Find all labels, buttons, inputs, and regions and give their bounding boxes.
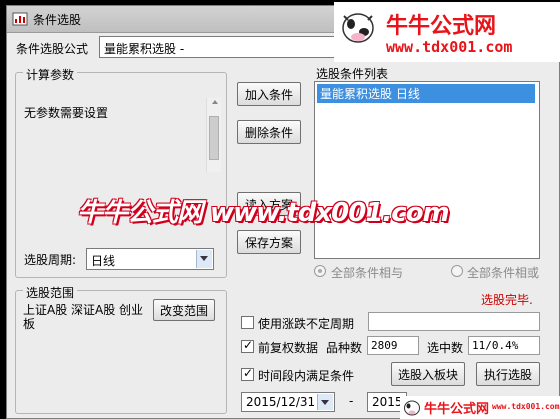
params-scrollbar[interactable] [206, 98, 221, 172]
params-group-title: 计算参数 [23, 66, 78, 83]
brand-logo-top: 牛牛公式网 www.tdx001.com [334, 2, 560, 62]
variable-period-label: 使用涨跌不定周期 [258, 317, 355, 331]
status-text: 选股完毕. [481, 293, 533, 307]
variable-period-checkbox[interactable] [241, 316, 254, 329]
delete-condition-button[interactable]: 删除条件 [237, 120, 301, 144]
period-label: 选股周期: [24, 253, 77, 267]
select-to-block-button[interactable]: 选股入板块 [391, 362, 465, 386]
logic-and-radio[interactable] [314, 265, 326, 277]
count-label: 品种数 [326, 341, 363, 355]
variable-period-field[interactable] [368, 312, 540, 331]
add-condition-button[interactable]: 加入条件 [237, 82, 301, 106]
formula-value: 量能累积选股 - [104, 42, 185, 56]
window-title: 条件选股 [33, 13, 82, 27]
formula-label: 条件选股公式 [16, 42, 89, 56]
scroll-thumb[interactable] [209, 116, 219, 160]
logic-or-radio[interactable] [451, 265, 463, 277]
selected-field: 11/0.4% [468, 336, 540, 355]
range-group-title: 选股范围 [23, 284, 78, 301]
selected-label: 选中数 [427, 341, 464, 355]
start-date-value: 2015/12/31 [246, 395, 316, 409]
params-text: 无参数需要设置 [24, 106, 109, 120]
start-date-picker[interactable]: 2015/12/31 [241, 392, 335, 412]
period-value: 日线 [91, 254, 116, 268]
date-separator: - [349, 394, 354, 408]
condition-list-item[interactable]: 量能累积选股 日线 [317, 84, 535, 103]
save-scheme-button[interactable]: 保存方案 [237, 230, 301, 254]
execute-selection-button[interactable]: 执行选股 [476, 362, 540, 386]
chevron-down-icon[interactable] [317, 394, 333, 410]
end-date-value: 2015 [372, 395, 403, 409]
brand-name: 牛牛公式网 [386, 14, 497, 39]
selected-value: 11/0.4% [472, 339, 519, 352]
condition-list-title: 选股条件列表 [316, 67, 389, 81]
chevron-down-icon[interactable] [196, 250, 212, 268]
app-icon [12, 12, 28, 26]
count-field: 2809 [367, 336, 419, 355]
change-range-button[interactable]: 改变范围 [153, 299, 215, 321]
watermark-overlay: 牛牛公式网 www.tdx001.com [77, 198, 450, 228]
brand-url-bottom: www.tdx001.com [492, 402, 560, 411]
range-text: 上证A股 深证A股 创业板 [23, 303, 144, 331]
time-window-checkbox[interactable] [241, 366, 254, 381]
logic-or-label: 全部条件相或 [467, 266, 540, 280]
count-value: 2809 [371, 339, 398, 352]
time-window-label: 时间段内满足条件 [258, 369, 355, 383]
brand-logo-bottom: 牛牛公式网 www.tdx001.com [400, 396, 560, 419]
brand-url: www.tdx001.com [386, 38, 513, 56]
condition-list[interactable]: 量能累积选股 日线 [314, 81, 540, 259]
condition-stock-window: 条件选股 条件选股公式 量能累积选股 - 计算参数 无参数需要设置 选股周期: … [6, 5, 560, 419]
cow-icon [342, 13, 374, 43]
scroll-up-icon[interactable] [212, 100, 218, 104]
adjusted-data-checkbox[interactable] [241, 338, 254, 353]
brand-name-bottom: 牛牛公式网 [424, 402, 490, 417]
period-select[interactable]: 日线 [86, 248, 214, 270]
cow-icon [404, 400, 420, 416]
logic-and-label: 全部条件相与 [331, 266, 404, 280]
adjusted-data-label: 前复权数据 [258, 341, 319, 355]
